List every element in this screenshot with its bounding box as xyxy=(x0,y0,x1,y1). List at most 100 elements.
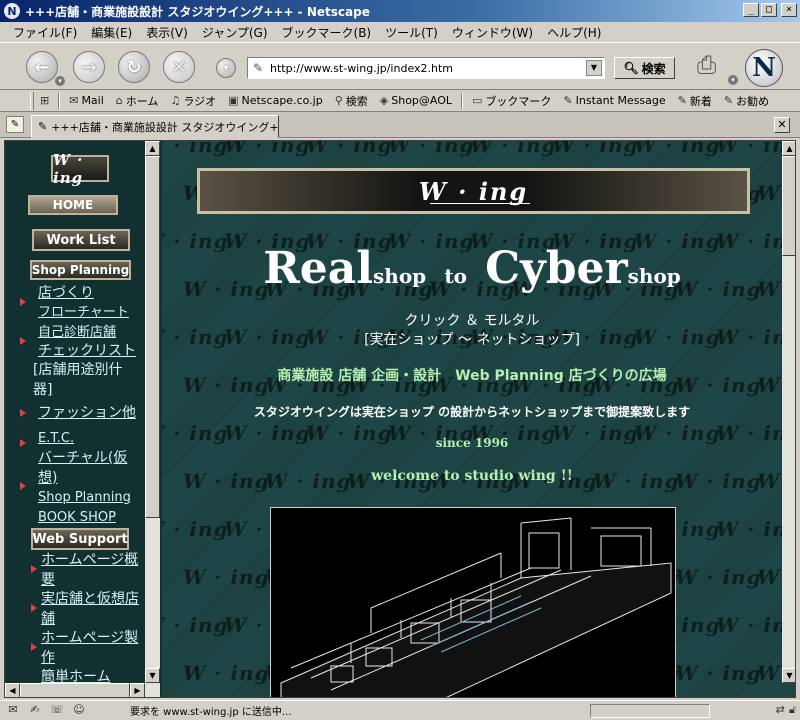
since-text: since 1996 xyxy=(435,436,509,450)
title-bar: N +++店舗・商業施設設計 スタジオウイング+++ - Netscape _ … xyxy=(0,0,800,22)
work-list-button[interactable]: Work List xyxy=(32,229,130,251)
new-tab-icon[interactable]: ✎ xyxy=(6,116,24,133)
netscape-app-icon[interactable]: N xyxy=(4,3,20,19)
link-etc[interactable]: E.T.C. xyxy=(38,429,74,449)
main-frame: W · ingW · ingW · ingW · ingW · ingW · i… xyxy=(162,141,795,697)
scroll-right-button[interactable]: ▶ xyxy=(130,683,145,697)
menu-edit[interactable]: 編集(E) xyxy=(84,24,139,41)
minimize-button[interactable]: _ xyxy=(743,3,759,17)
window-controls: _ □ × xyxy=(743,3,797,17)
link-homepage-overview[interactable]: ホームページ概要 xyxy=(41,551,139,590)
menu-help[interactable]: ヘルプ(H) xyxy=(540,24,608,41)
main-vertical-scrollbar[interactable]: ▲ ▼ xyxy=(782,141,795,683)
link-easy-home[interactable]: 簡単ホーム xyxy=(41,668,139,683)
reload-icon: ↻ xyxy=(126,56,142,78)
url-history-dropdown[interactable]: ▼ xyxy=(586,60,602,76)
maximize-button[interactable]: □ xyxy=(761,3,777,17)
scroll-up-button[interactable]: ▲ xyxy=(145,141,160,156)
watermark-logo: W · ing xyxy=(388,141,475,157)
go-dropdown-button[interactable]: ▾ xyxy=(216,58,236,78)
security-lock-icon: 🔓︎ xyxy=(788,703,796,716)
link-checklist[interactable]: チェックリスト xyxy=(38,342,136,362)
composer-icon[interactable]: ✍ xyxy=(26,703,44,719)
menu-window[interactable]: ウィンドウ(W) xyxy=(445,24,540,41)
bookmark-netscape[interactable]: ▣ Netscape.co.jp xyxy=(222,94,329,107)
hero-shop-2: shop xyxy=(627,264,681,288)
link-real-virtual-store[interactable]: 実店舗と仮想店舗 xyxy=(41,590,139,629)
url-field[interactable]: ✎ http://www.st-wing.jp/index2.htm ▼ xyxy=(247,57,605,79)
bullet-icon xyxy=(20,337,26,345)
scroll-left-button[interactable]: ◀ xyxy=(5,683,20,697)
scroll-down-button[interactable]: ▼ xyxy=(145,668,160,683)
bullet-icon xyxy=(20,482,26,490)
link-store-making[interactable]: 店づくり xyxy=(38,284,94,304)
print-dropdown[interactable]: ▾ xyxy=(728,75,738,85)
link-fashion[interactable]: ファッション他 xyxy=(38,404,136,424)
window-title: +++店舗・商業施設設計 スタジオウイング+++ - Netscape xyxy=(25,4,370,19)
menu-bookmarks[interactable]: ブックマーク(B) xyxy=(275,24,379,41)
print-icon[interactable]: ⎙ xyxy=(697,51,716,79)
home-tab-button[interactable]: ⊞ xyxy=(34,94,55,107)
bookmark-mail[interactable]: ✉ Mail xyxy=(63,94,110,107)
toolbar-grip[interactable] xyxy=(30,92,34,110)
scroll-thumb[interactable] xyxy=(145,156,160,518)
menu-view[interactable]: 表示(V) xyxy=(139,24,195,41)
watermark-logo: W · ing xyxy=(183,565,270,589)
bookmark-home[interactable]: ⌂ ホーム xyxy=(110,93,165,109)
menu-go[interactable]: ジャンプ(G) xyxy=(195,24,275,41)
scroll-up-button[interactable]: ▲ xyxy=(782,141,795,156)
scroll-down-button[interactable]: ▼ xyxy=(782,668,795,683)
bookmark-new[interactable]: ✎ 新着 xyxy=(672,93,718,109)
menu-bar: ファイル(F) 編集(E) 表示(V) ジャンプ(G) ブックマーク(B) ツー… xyxy=(0,22,800,42)
watermark-logo: W · ing xyxy=(552,141,639,157)
bookmark-instant-message[interactable]: ✎ Instant Message xyxy=(557,94,671,107)
scroll-thumb[interactable] xyxy=(782,156,795,256)
search-button[interactable]: 🔍︎ 検索 xyxy=(614,57,675,79)
link-homepage-production[interactable]: ホームページ製作 xyxy=(41,629,139,668)
status-bar: ✉ ✍ ☏ ☺ 要求を www.st-wing.jp に送信中... ⇄ 🔓︎ xyxy=(0,700,800,720)
bookmark-label: お勧め xyxy=(736,94,770,108)
watermark-logo: W · ing xyxy=(470,141,557,157)
bookmark-label: Instant Message xyxy=(575,94,666,107)
floor-plan-image[interactable] xyxy=(270,507,676,697)
web-support-button[interactable]: Web Support xyxy=(31,528,129,550)
sidebar-horizontal-scrollbar[interactable]: ◀ ▶ xyxy=(5,683,160,697)
chevron-down-icon: ▾ xyxy=(223,62,229,74)
bookmark-shop-aol[interactable]: ◈ Shop@AOL xyxy=(374,94,458,107)
bookmark-search[interactable]: ⚲ 検索 xyxy=(329,93,374,109)
hero-shop-1: shop xyxy=(373,264,427,288)
reload-button[interactable]: ↻ xyxy=(118,51,150,83)
chat-icon[interactable]: ☺ xyxy=(70,703,88,719)
mail-icon: ✉ xyxy=(69,94,79,107)
close-tab-button[interactable]: ✕ xyxy=(774,117,790,133)
link-flowchart[interactable]: フローチャート xyxy=(38,303,129,323)
link-shop-planning-book[interactable]: Shop Planning BOOK SHOP xyxy=(38,488,144,527)
link-virtual[interactable]: バーチャル(仮想) xyxy=(38,449,142,488)
scroll-thumb[interactable] xyxy=(20,683,130,697)
bookmark-folder[interactable]: ▭ ブックマーク xyxy=(466,93,557,109)
close-window-button[interactable]: × xyxy=(781,3,797,17)
stop-button[interactable]: ✕ xyxy=(163,51,195,83)
menu-tools[interactable]: ツール(T) xyxy=(378,24,445,41)
bullet-icon xyxy=(20,439,26,447)
browser-content: W · ing HOME Work List Shop Planning 店づく… xyxy=(4,140,796,698)
bookmark-radio[interactable]: ♫ ラジオ xyxy=(164,93,222,109)
netscape-logo[interactable]: N xyxy=(745,49,783,87)
link-self-diagnosis[interactable]: 自己診断店舗 xyxy=(38,323,116,343)
menu-file[interactable]: ファイル(F) xyxy=(6,24,84,41)
forward-button[interactable]: → xyxy=(73,51,105,83)
connection-icon: ⇄ xyxy=(775,703,785,716)
addressbook-icon[interactable]: ☏ xyxy=(48,703,66,719)
bookmark-recommend[interactable]: ✎ お勧め xyxy=(718,93,775,109)
shop-planning-button[interactable]: Shop Planning xyxy=(30,260,131,280)
tab-active[interactable]: ✎ +++店舗・商業施設設計 スタジオウイング+++ xyxy=(31,115,279,138)
back-history-dropdown[interactable]: ▾ xyxy=(55,76,65,86)
status-text: 要求を www.st-wing.jp に送信中... xyxy=(130,707,292,718)
header-banner: W · ing xyxy=(197,168,750,214)
folder-icon: ▭ xyxy=(472,94,483,107)
back-button[interactable]: ← xyxy=(26,51,58,83)
sidebar-vertical-scrollbar[interactable]: ▲ ▼ xyxy=(145,141,160,683)
mail-status-icon[interactable]: ✉ xyxy=(4,703,22,719)
sidebar-logo[interactable]: W · ing xyxy=(51,151,109,187)
home-button[interactable]: HOME xyxy=(28,195,118,215)
